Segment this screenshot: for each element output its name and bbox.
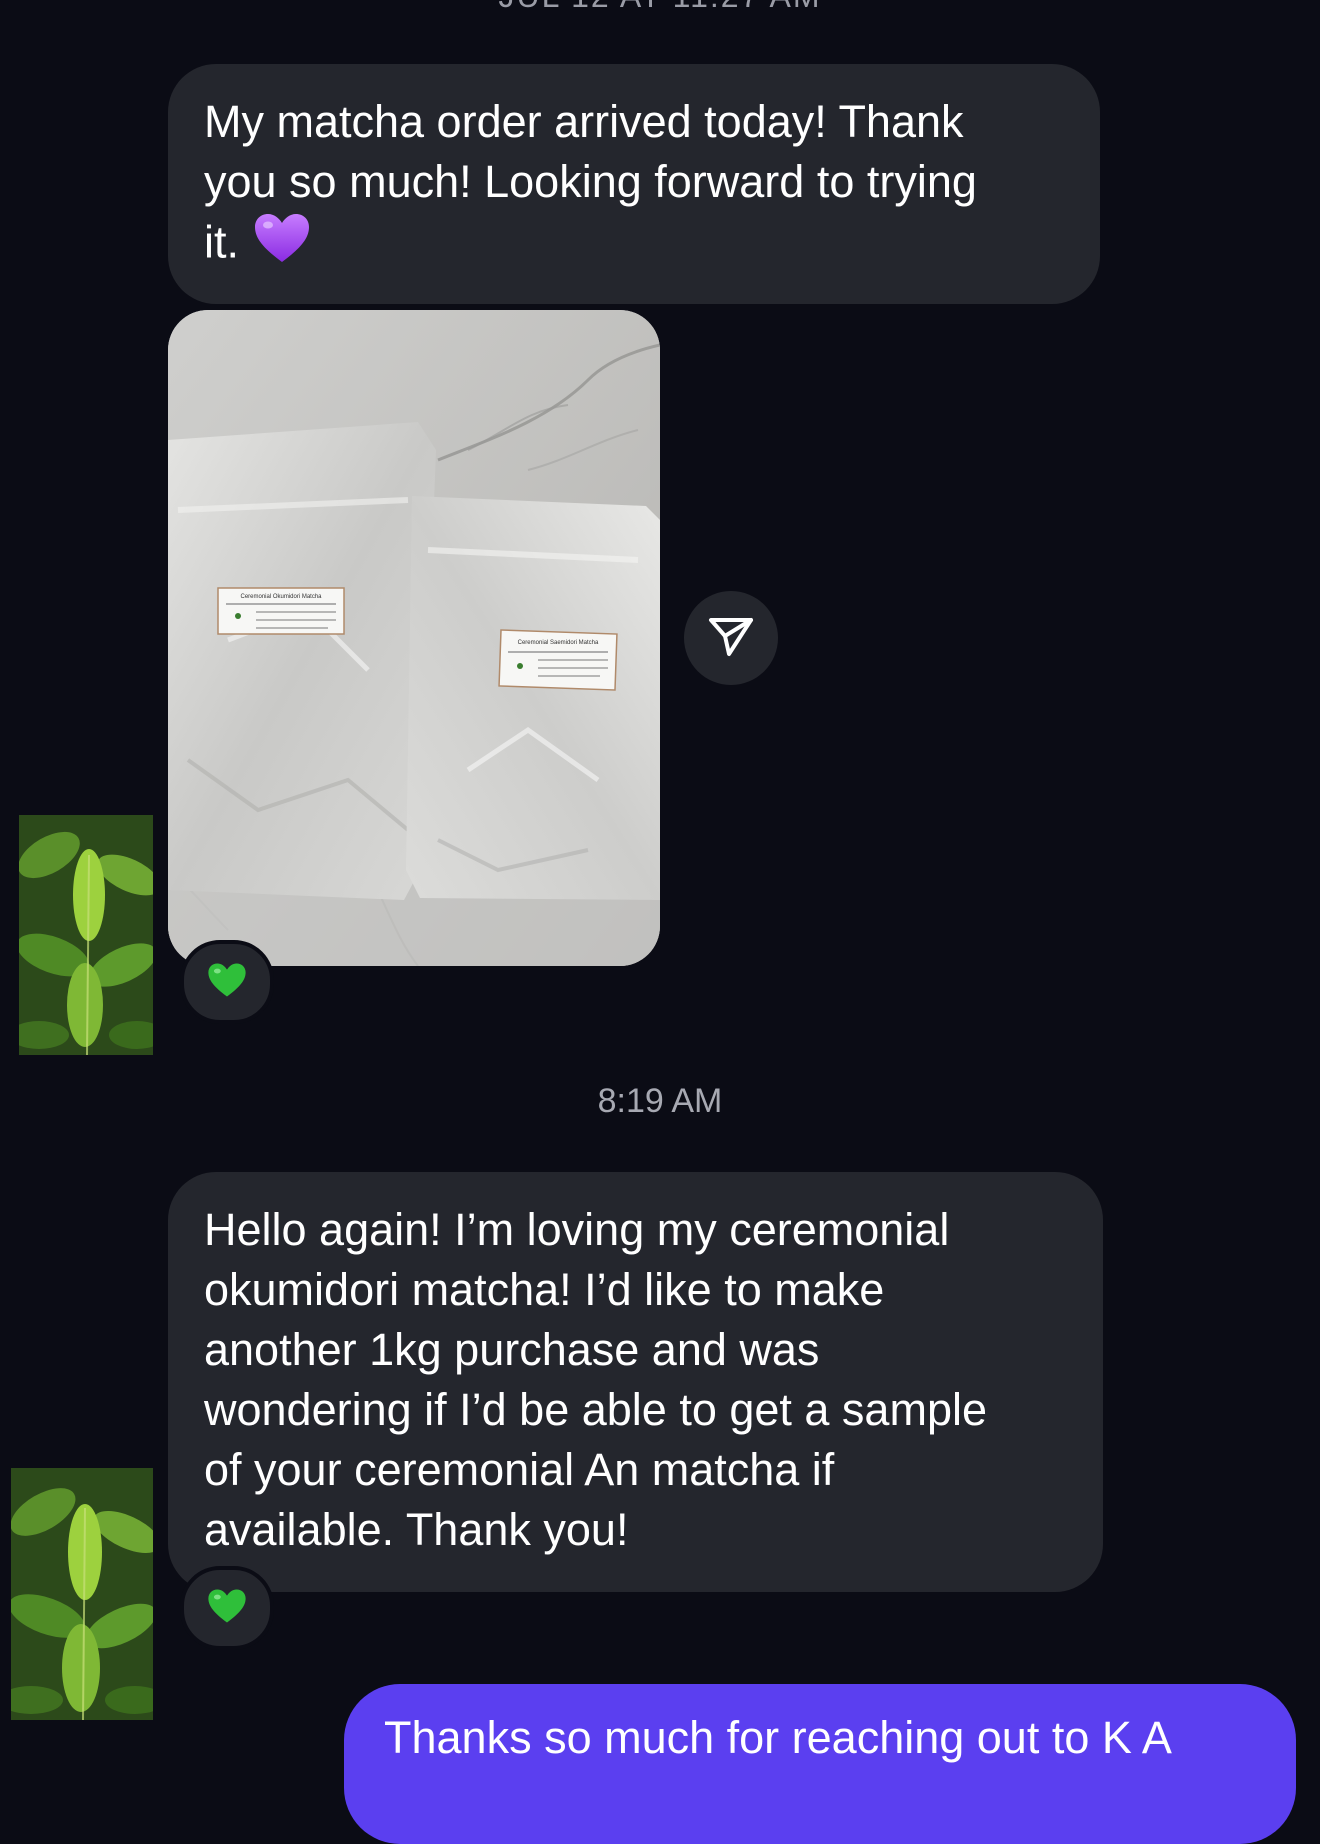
purple-heart-icon xyxy=(253,212,311,279)
bag2-label: Ceremonial Saemidori Matcha xyxy=(518,640,599,646)
share-send-icon xyxy=(707,614,755,663)
message-text: it. xyxy=(204,216,240,268)
message-line: okumidori matcha! I’d like to make xyxy=(204,1264,885,1315)
message-line: My matcha order arrived today! Thank xyxy=(204,96,964,147)
message-bubble[interactable]: My matcha order arrived today! Thank you… xyxy=(168,64,1100,304)
avatar[interactable] xyxy=(19,815,153,1055)
message-reaction[interactable] xyxy=(180,1566,274,1650)
outgoing-message-bubble[interactable]: Thanks so much for reaching out to K A xyxy=(344,1684,1296,1844)
bag1-label: Ceremonial Okumidori Matcha xyxy=(240,594,322,600)
message-bubble[interactable]: Hello again! I’m loving my ceremonial ok… xyxy=(168,1172,1103,1592)
green-heart-icon xyxy=(207,1588,247,1629)
message-line: Hello again! I’m loving my ceremonial xyxy=(204,1204,950,1255)
green-heart-icon xyxy=(207,962,247,1003)
message-line: wondering if I’d be able to get a sample xyxy=(204,1384,987,1435)
avatar[interactable] xyxy=(11,1468,153,1720)
message-timestamp: 8:19 AM xyxy=(597,1082,723,1120)
message-line-last: it. xyxy=(204,212,1064,279)
message-photo[interactable]: Ceremonial Okumidori Matcha Ceremonial S… xyxy=(168,310,660,966)
message-line: available. Thank you! xyxy=(204,1504,629,1555)
message-text: Thanks so much for reaching out to K A xyxy=(384,1712,1172,1763)
share-button[interactable] xyxy=(684,591,778,685)
message-line: you so much! Looking forward to trying xyxy=(204,156,977,207)
message-line: of your ceremonial An matcha if xyxy=(204,1444,835,1495)
date-divider: JUL 12 AT 11:27 AM xyxy=(0,0,1320,15)
message-reaction[interactable] xyxy=(180,940,274,1024)
message-line: another 1kg purchase and was xyxy=(204,1324,820,1375)
